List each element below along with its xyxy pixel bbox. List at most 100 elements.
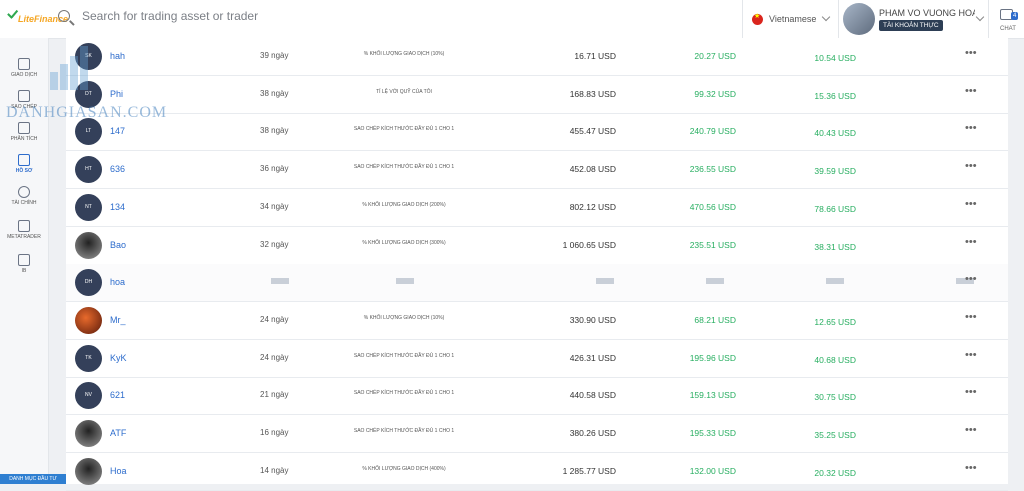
- avatar: HT: [75, 156, 102, 184]
- sidebar-item-label: HỒ SƠ: [15, 168, 33, 174]
- fee-amount: 30.75 USD: [814, 392, 856, 403]
- copy-trading-table: SK hah 39 ngày% KHỐI LƯỢNG GIAO DỊCH (10%)…: [66, 38, 1008, 491]
- profit-amount: 132.00 USD: [689, 465, 736, 476]
- metatrader-icon: [18, 220, 30, 232]
- invested-amount: 426.31 USD: [569, 352, 616, 363]
- avatar: [75, 457, 102, 485]
- chat-count-badge: 4: [1011, 12, 1019, 20]
- copy-strategy: SAO CHÉP KÍCH THƯỚC ĐẦY ĐỦ 1 CHO 1: [353, 390, 455, 397]
- avatar: [75, 231, 102, 259]
- profit-amount: 236.55 USD: [689, 164, 736, 175]
- row-menu-button[interactable]: •••: [965, 236, 977, 248]
- trader-name[interactable]: 621: [110, 390, 125, 400]
- copy-duration: 36 ngày: [260, 164, 289, 174]
- search-bar: [58, 8, 464, 24]
- table-row[interactable]: NT 134 34 ngày % KHỐI LƯỢNG GIAO DỊCH (200%…: [66, 189, 1008, 227]
- avatar: NV: [75, 382, 102, 410]
- invested-amount: 802.12 USD: [569, 201, 616, 212]
- table-row[interactable]: DH hoa •••: [66, 264, 1008, 303]
- sidebar-item-label: TÀI CHÍNH: [11, 200, 37, 206]
- avatar: TK: [75, 344, 102, 372]
- search-input[interactable]: [80, 8, 464, 24]
- fee-amount: 20.32 USD: [814, 467, 856, 478]
- table-row[interactable]: DT Phi 38 ngày TỈ LỆ VỚI QUỸ CỦA TÔI 168.83 …: [66, 76, 1008, 114]
- redacted-value: [826, 278, 844, 285]
- profit-amount: 195.96 USD: [689, 352, 736, 363]
- row-menu-button[interactable]: •••: [965, 462, 977, 474]
- row-menu-button[interactable]: •••: [965, 273, 977, 285]
- redacted-value: [596, 278, 614, 285]
- sidebar-item-ib[interactable]: IB: [0, 254, 48, 274]
- trader-name[interactable]: Hoa: [110, 466, 127, 476]
- redacted-value: [706, 278, 724, 285]
- copy-duration: 24 ngày: [260, 314, 289, 324]
- table-row[interactable]: Hoa 14 ngày % KHỐI LƯỢNG GIAO DỊCH (400%) 1…: [66, 453, 1008, 491]
- avatar: [843, 3, 875, 35]
- row-menu-button[interactable]: •••: [965, 47, 977, 59]
- fee-amount: 39.59 USD: [814, 166, 856, 177]
- table-row[interactable]: LT 147 38 ngày SAO CHÉP KÍCH THƯỚC ĐẦY ĐỦ 1…: [66, 113, 1008, 152]
- table-row[interactable]: HT 636 36 ngày SAO CHÉP KÍCH THƯỚC ĐẦY ĐỦ 1…: [66, 151, 1008, 190]
- chat-label: CHAT: [1000, 26, 1016, 32]
- copy-duration: 32 ngày: [260, 239, 289, 249]
- trader-name[interactable]: hoa: [110, 277, 125, 287]
- table-row[interactable]: Mr_ 24 ngày % KHỐI LƯỢNG GIAO DỊCH (10%) 33…: [66, 302, 1008, 340]
- row-menu-button[interactable]: •••: [965, 198, 977, 210]
- row-menu-button[interactable]: •••: [965, 122, 977, 134]
- finance-icon: [18, 186, 30, 198]
- watermark-graphic: [50, 40, 130, 90]
- sidebar-item-metatrader[interactable]: METATRADER: [0, 220, 48, 240]
- handshake-icon: [18, 254, 30, 266]
- copy-strategy: % KHỐI LƯỢNG GIAO DỊCH (200%): [362, 201, 446, 208]
- search-icon: [58, 10, 70, 22]
- row-menu-button[interactable]: •••: [965, 311, 977, 323]
- table-row[interactable]: SK hah 39 ngày% KHỐI LƯỢNG GIAO DỊCH (10%)…: [66, 38, 1008, 76]
- fee-amount: 40.43 USD: [814, 128, 856, 139]
- table-row[interactable]: TK KyK 24 ngày SAO CHÉP KÍCH THƯỚC ĐẦY ĐỦ 1…: [66, 340, 1008, 378]
- profit-amount: 470.56 USD: [689, 201, 736, 212]
- avatar: LT: [75, 118, 102, 146]
- table-row[interactable]: Bao 32 ngày % KHỐI LƯỢNG GIAO DỊCH (300%) 1…: [66, 227, 1008, 265]
- profit-amount: 235.51 USD: [689, 239, 736, 250]
- fee-amount: 40.68 USD: [814, 354, 856, 365]
- row-menu-button[interactable]: •••: [965, 85, 977, 97]
- copy-duration: 16 ngày: [260, 428, 289, 437]
- row-menu-button[interactable]: •••: [965, 386, 977, 398]
- table-row[interactable]: NV 621 21 ngày SAO CHÉP KÍCH THƯỚC ĐẦY ĐỦ 1…: [66, 377, 1008, 416]
- sidebar-item-profile[interactable]: HỒ SƠ: [0, 154, 48, 174]
- invested-amount: 440.58 USD: [569, 390, 616, 401]
- profit-amount: 195.33 USD: [689, 428, 736, 438]
- analytics-icon: [18, 122, 30, 134]
- trader-name[interactable]: ATF: [110, 428, 126, 438]
- copy-strategy: % KHỐI LƯỢNG GIAO DỊCH (10%): [363, 314, 445, 321]
- sidebar-item-trading[interactable]: GIAO DỊCH: [0, 58, 48, 78]
- vietnam-flag-icon: [752, 12, 763, 25]
- sidebar-item-analytics[interactable]: PHÂN TÍCH: [0, 122, 48, 142]
- sidebar-item-finance[interactable]: TÀI CHÍNH: [0, 186, 48, 206]
- chevron-down-icon: [975, 12, 985, 22]
- trader-name[interactable]: 147: [110, 126, 125, 136]
- redacted-value: [396, 278, 414, 285]
- trader-name[interactable]: Phi: [110, 89, 123, 99]
- trader-name[interactable]: 134: [110, 202, 125, 212]
- invested-amount: 1 060.65 USD: [562, 239, 616, 250]
- trader-name[interactable]: KyK: [110, 353, 127, 363]
- profit-amount: 20.27 USD: [694, 51, 736, 61]
- copy-duration: 38 ngày: [260, 88, 289, 98]
- row-menu-button[interactable]: •••: [965, 160, 977, 172]
- trader-name[interactable]: Mr_: [110, 315, 126, 325]
- trader-name[interactable]: 636: [110, 164, 125, 174]
- user-menu[interactable]: PHAM VO VUONG HOA... TÀI KHOẢN THỰC: [838, 0, 989, 38]
- language-label: Vietnamese: [769, 14, 817, 24]
- copy-duration: 34 ngày: [260, 201, 289, 211]
- avatar: [75, 420, 102, 447]
- portfolio-button[interactable]: DANH MỤC ĐẦU TƯ: [0, 474, 66, 484]
- row-menu-button[interactable]: •••: [965, 424, 977, 436]
- fee-amount: 12.65 USD: [814, 316, 856, 327]
- row-menu-button[interactable]: •••: [965, 349, 977, 361]
- copy-strategy: % KHỐI LƯỢNG GIAO DỊCH (300%): [362, 239, 446, 246]
- trader-name[interactable]: Bao: [110, 240, 126, 250]
- chat-button[interactable]: 4 CHAT: [988, 0, 1024, 38]
- table-row[interactable]: ATF 16 ngày SAO CHÉP KÍCH THƯỚC ĐẦY ĐỦ 1 C…: [66, 415, 1008, 453]
- language-selector[interactable]: Vietnamese: [742, 0, 839, 38]
